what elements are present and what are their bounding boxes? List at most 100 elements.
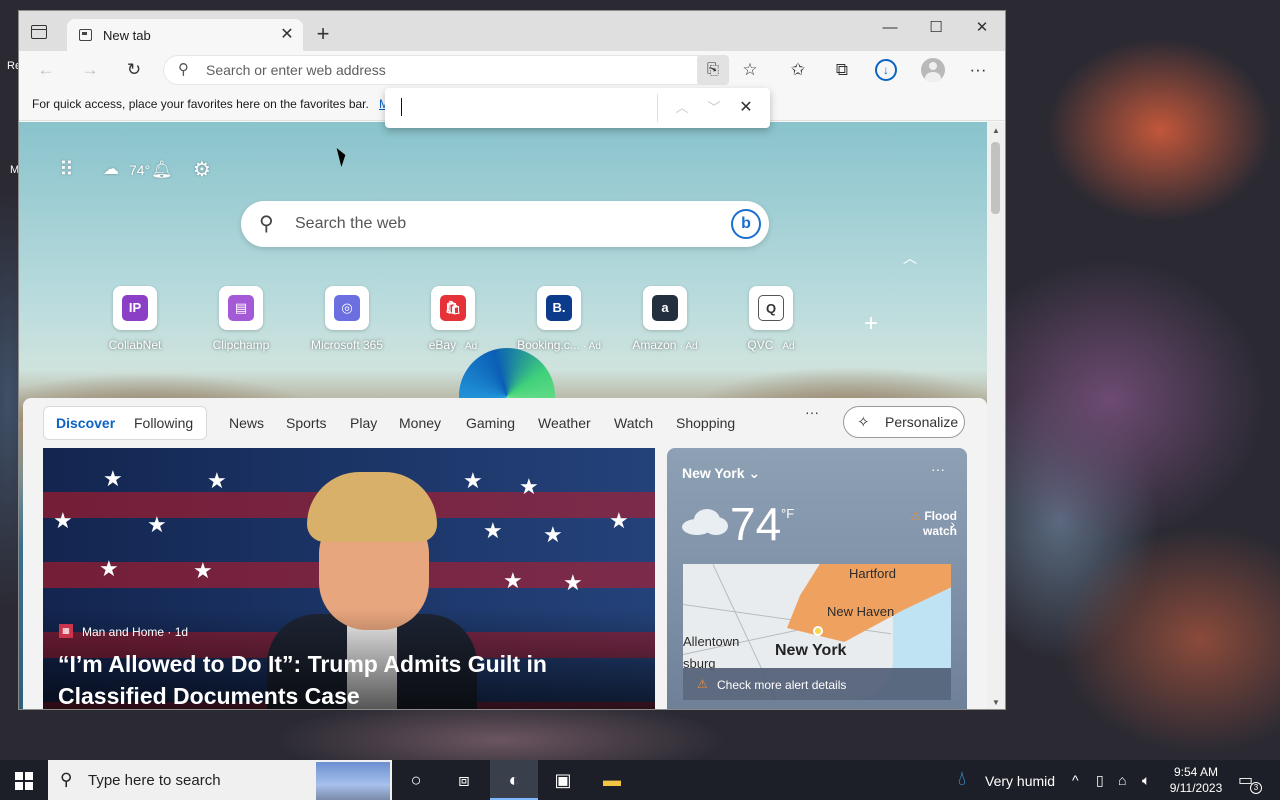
- quick-link-amazon[interactable]: a Amazon · Ad: [617, 286, 713, 352]
- article-headline[interactable]: “I’m Allowed to Do It”: Trump Admits Gui…: [58, 648, 618, 709]
- tab-new-tab[interactable]: New tab ✕: [67, 19, 303, 51]
- cloud-icon: [682, 509, 728, 535]
- find-close-button[interactable]: ✕: [735, 97, 757, 119]
- weather-location-dropdown[interactable]: New York ⌄: [682, 465, 760, 482]
- quick-link-clipchamp[interactable]: ▤ Clipchamp: [193, 286, 289, 352]
- tab-play[interactable]: Play: [350, 415, 377, 431]
- tab-money[interactable]: Money: [399, 415, 441, 431]
- file-explorer-icon[interactable]: ▬: [588, 760, 636, 800]
- page-settings-gear-icon[interactable]: ⚙: [193, 158, 211, 182]
- weather-more-button[interactable]: ···: [931, 461, 945, 477]
- bing-chat-icon[interactable]: b: [731, 209, 761, 239]
- tab-discover[interactable]: Discover: [56, 415, 115, 431]
- personalize-button[interactable]: ✧ Personalize: [843, 406, 965, 438]
- tab-news[interactable]: News: [229, 415, 264, 431]
- quick-link-booking[interactable]: B. Booking.c... · Ad: [511, 286, 607, 352]
- taskbar-app-icon[interactable]: ▣: [539, 760, 587, 800]
- scroll-thumb[interactable]: [991, 142, 1000, 214]
- notification-bell-icon[interactable]: 🔔︎: [151, 158, 173, 182]
- maximize-button[interactable]: ☐: [921, 17, 951, 39]
- qvc-logo-icon: Q: [758, 295, 784, 321]
- cortana-icon[interactable]: ○: [392, 760, 440, 800]
- collabnet-logo-icon: IP: [122, 295, 148, 321]
- weather-alert-map[interactable]: Hartford New Haven Allentown sburg New Y…: [683, 564, 951, 700]
- workspaces-icon[interactable]: [31, 25, 47, 39]
- weather-cloud-icon[interactable]: ☁: [103, 158, 119, 182]
- chevron-right-icon[interactable]: ›: [950, 516, 955, 532]
- profile-avatar[interactable]: [921, 58, 945, 82]
- tab-strip: New tab ✕ + — ☐ ✕: [19, 11, 1005, 51]
- close-tab-button[interactable]: ✕: [277, 25, 297, 45]
- alert-details-link[interactable]: ⚠ Check more alert details: [683, 668, 951, 700]
- show-hidden-icons-chevron-icon[interactable]: ^: [1072, 772, 1079, 788]
- amazon-logo-icon: a: [652, 295, 678, 321]
- page-scrollbar[interactable]: ▲ ▼: [987, 122, 1005, 709]
- network-icon[interactable]: ⌂: [1118, 772, 1126, 788]
- tab-weather[interactable]: Weather: [538, 415, 591, 431]
- warning-icon: ⚠: [910, 509, 921, 523]
- forward-arrow-icon[interactable]: →: [77, 58, 103, 82]
- location-pin-icon: [813, 626, 823, 636]
- back-arrow-icon[interactable]: ←: [33, 58, 59, 82]
- favorites-icon[interactable]: ✩: [785, 58, 811, 82]
- ad-badge: · Ad: [679, 341, 698, 352]
- quick-link-collabnet[interactable]: IP CollabNet: [87, 286, 183, 352]
- search-icon: ⚲: [259, 213, 274, 235]
- apps-grid-icon[interactable]: ⠿: [59, 158, 74, 182]
- device-icon[interactable]: ▯: [1096, 772, 1104, 789]
- taskbar-weather[interactable]: Very humid: [985, 773, 1055, 789]
- find-next-button[interactable]: ﹀: [703, 97, 725, 119]
- close-window-button[interactable]: ✕: [967, 17, 997, 39]
- address-input[interactable]: [206, 56, 686, 84]
- downloads-icon[interactable]: ↓: [875, 59, 897, 81]
- source-logo-icon: ▦: [59, 624, 73, 638]
- booking-logo-icon: B.: [546, 295, 572, 321]
- hero-article-card[interactable]: ★ ★ ★ ★ ★ ★ ★ ★ ★ ★ ★ ★ ★ ▦ Man and Home…: [43, 448, 655, 709]
- taskbar-search-box[interactable]: ⚲ Type here to search: [48, 760, 392, 800]
- collapse-chevron-icon[interactable]: ︿: [903, 248, 917, 268]
- weather-unit: °F: [781, 506, 795, 521]
- quick-link-ebay[interactable]: 🛍 eBay · Ad: [405, 286, 501, 352]
- new-tab-page: ⠿ ☁ 74° 🔔︎ ⚙ ⚲ b ︿ IP CollabNet ▤ Clipch…: [19, 122, 989, 709]
- quick-link-microsoft-365[interactable]: ◎ Microsoft 365: [299, 286, 395, 352]
- tab-gaming[interactable]: Gaming: [466, 415, 515, 431]
- taskbar-edge-icon[interactable]: ◐: [490, 760, 538, 800]
- clipchamp-logo-icon: ▤: [228, 295, 254, 321]
- map-label: Allentown: [683, 634, 740, 649]
- add-shortcut-plus-icon[interactable]: +: [864, 310, 878, 338]
- tab-following[interactable]: Following: [134, 415, 193, 431]
- navigation-toolbar: ← → ↻ ⚲ ⎘ ☆ ✩ ⧉ ↓ ···: [19, 51, 1005, 89]
- taskbar: ⚲ Type here to search ○ ⧈ ◐ ▣ ▬ 💧︎ Very …: [0, 760, 1280, 800]
- find-on-page-icon[interactable]: ⎘: [697, 55, 729, 85]
- address-bar[interactable]: ⚲: [163, 55, 715, 85]
- system-clock[interactable]: 9:54 AM 9/11/2023: [1168, 764, 1224, 796]
- web-search-input[interactable]: [295, 201, 695, 247]
- quick-link-qvc[interactable]: Q QVC · Ad: [723, 286, 819, 352]
- scroll-up-arrow-icon[interactable]: ▲: [992, 126, 1000, 135]
- flood-watch-alert[interactable]: ⚠ Flood watch: [887, 509, 957, 539]
- minimize-button[interactable]: —: [875, 17, 905, 39]
- collections-icon[interactable]: ⧉: [829, 58, 855, 82]
- refresh-icon[interactable]: ↻: [121, 58, 147, 82]
- raindrop-icon[interactable]: 💧︎: [958, 768, 972, 790]
- quick-link-label: QVC: [747, 338, 774, 352]
- scroll-down-arrow-icon[interactable]: ▼: [992, 698, 1000, 707]
- task-view-icon[interactable]: ⧈: [440, 760, 488, 800]
- tab-sports[interactable]: Sports: [286, 415, 326, 431]
- weather-mini-temp[interactable]: 74°: [129, 162, 150, 178]
- windows-start-icon[interactable]: [0, 760, 48, 800]
- add-favorite-star-icon[interactable]: ☆: [737, 58, 763, 82]
- new-tab-button[interactable]: +: [311, 23, 335, 47]
- tab-shopping[interactable]: Shopping: [676, 415, 735, 431]
- tab-title: New tab: [103, 28, 151, 43]
- find-previous-button[interactable]: ︿: [671, 97, 693, 119]
- weather-card[interactable]: New York ⌄ ··· 74 °F ⚠ Flood watch › Har…: [667, 448, 967, 709]
- find-input[interactable]: [399, 96, 649, 120]
- feed-more-button[interactable]: ···: [805, 404, 819, 420]
- tab-watch[interactable]: Watch: [614, 415, 653, 431]
- web-search-box[interactable]: ⚲ b: [241, 201, 769, 247]
- article-source: Man and Home · 1d: [82, 625, 189, 639]
- settings-more-icon[interactable]: ···: [965, 58, 991, 82]
- ad-badge: · Ad: [583, 341, 601, 352]
- volume-muted-icon[interactable]: 🔈︎: [1142, 772, 1150, 789]
